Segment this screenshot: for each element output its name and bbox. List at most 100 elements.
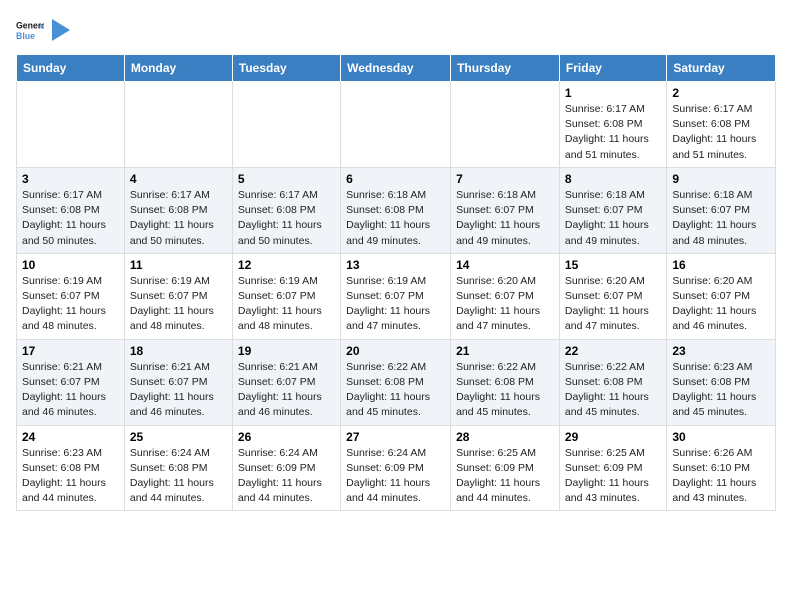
calendar-week-2: 3 Sunrise: 6:17 AMSunset: 6:08 PMDaylight… (17, 167, 776, 253)
day-info: Sunrise: 6:25 AMSunset: 6:09 PMDaylight:… (565, 446, 661, 507)
calendar-cell: 27 Sunrise: 6:24 AMSunset: 6:09 PMDayligh… (341, 425, 451, 511)
day-info: Sunrise: 6:18 AMSunset: 6:07 PMDaylight:… (565, 188, 661, 249)
calendar-cell: 6 Sunrise: 6:18 AMSunset: 6:08 PMDaylight… (341, 167, 451, 253)
calendar-cell: 18 Sunrise: 6:21 AMSunset: 6:07 PMDayligh… (124, 339, 232, 425)
calendar-cell: 13 Sunrise: 6:19 AMSunset: 6:07 PMDayligh… (341, 253, 451, 339)
day-number: 1 (565, 86, 661, 100)
logo-icon: General Blue (16, 16, 44, 44)
calendar-cell: 26 Sunrise: 6:24 AMSunset: 6:09 PMDayligh… (232, 425, 340, 511)
day-number: 20 (346, 344, 445, 358)
day-number: 21 (456, 344, 554, 358)
day-info: Sunrise: 6:24 AMSunset: 6:09 PMDaylight:… (346, 446, 445, 507)
day-number: 7 (456, 172, 554, 186)
calendar-cell: 10 Sunrise: 6:19 AMSunset: 6:07 PMDayligh… (17, 253, 125, 339)
weekday-header-monday: Monday (124, 55, 232, 82)
day-number: 17 (22, 344, 119, 358)
day-number: 4 (130, 172, 227, 186)
calendar-week-4: 17 Sunrise: 6:21 AMSunset: 6:07 PMDayligh… (17, 339, 776, 425)
day-number: 3 (22, 172, 119, 186)
calendar-cell (451, 82, 560, 168)
day-info: Sunrise: 6:19 AMSunset: 6:07 PMDaylight:… (130, 274, 227, 335)
calendar-cell: 9 Sunrise: 6:18 AMSunset: 6:07 PMDaylight… (667, 167, 776, 253)
calendar-cell: 2 Sunrise: 6:17 AMSunset: 6:08 PMDaylight… (667, 82, 776, 168)
calendar-week-1: 1 Sunrise: 6:17 AMSunset: 6:08 PMDaylight… (17, 82, 776, 168)
weekday-header-tuesday: Tuesday (232, 55, 340, 82)
svg-text:General: General (16, 20, 44, 30)
day-info: Sunrise: 6:21 AMSunset: 6:07 PMDaylight:… (22, 360, 119, 421)
calendar-cell: 28Sunrise: 6:25 AMSunset: 6:09 PMDayligh… (451, 425, 560, 511)
day-number: 9 (672, 172, 770, 186)
day-number: 27 (346, 430, 445, 444)
day-info: Sunrise: 6:18 AMSunset: 6:08 PMDaylight:… (346, 188, 445, 249)
day-number: 14 (456, 258, 554, 272)
logo: General Blue (16, 16, 70, 44)
calendar-cell (341, 82, 451, 168)
day-info: Sunrise: 6:19 AMSunset: 6:07 PMDaylight:… (22, 274, 119, 335)
day-number: 6 (346, 172, 445, 186)
day-info: Sunrise: 6:17 AMSunset: 6:08 PMDaylight:… (22, 188, 119, 249)
day-number: 13 (346, 258, 445, 272)
weekday-header-saturday: Saturday (667, 55, 776, 82)
day-info: Sunrise: 6:26 AMSunset: 6:10 PMDaylight:… (672, 446, 770, 507)
day-number: 19 (238, 344, 335, 358)
day-info: Sunrise: 6:24 AMSunset: 6:09 PMDaylight:… (238, 446, 335, 507)
day-number: 2 (672, 86, 770, 100)
calendar-cell: 16 Sunrise: 6:20 AMSunset: 6:07 PMDayligh… (667, 253, 776, 339)
day-number: 24 (22, 430, 119, 444)
day-info: Sunrise: 6:17 AMSunset: 6:08 PMDaylight:… (565, 102, 661, 163)
day-info: Sunrise: 6:20 AMSunset: 6:07 PMDaylight:… (565, 274, 661, 335)
day-info: Sunrise: 6:21 AMSunset: 6:07 PMDaylight:… (238, 360, 335, 421)
weekday-header-thursday: Thursday (451, 55, 560, 82)
calendar-cell: 7 Sunrise: 6:18 AMSunset: 6:07 PMDaylight… (451, 167, 560, 253)
day-info: Sunrise: 6:25 AMSunset: 6:09 PMDaylight:… (456, 446, 554, 507)
day-number: 12 (238, 258, 335, 272)
day-number: 5 (238, 172, 335, 186)
calendar-table: SundayMondayTuesdayWednesdayThursdayFrid… (16, 54, 776, 511)
calendar-cell: 23Sunrise: 6:23 AMSunset: 6:08 PMDayligh… (667, 339, 776, 425)
calendar-header: SundayMondayTuesdayWednesdayThursdayFrid… (17, 55, 776, 82)
calendar-cell: 3 Sunrise: 6:17 AMSunset: 6:08 PMDaylight… (17, 167, 125, 253)
calendar-cell: 17 Sunrise: 6:21 AMSunset: 6:07 PMDayligh… (17, 339, 125, 425)
day-number: 18 (130, 344, 227, 358)
day-number: 22 (565, 344, 661, 358)
day-number: 30 (672, 430, 770, 444)
calendar-cell: 15 Sunrise: 6:20 AMSunset: 6:07 PMDayligh… (559, 253, 666, 339)
day-number: 15 (565, 258, 661, 272)
calendar-cell: 1 Sunrise: 6:17 AMSunset: 6:08 PMDaylight… (559, 82, 666, 168)
calendar-week-3: 10 Sunrise: 6:19 AMSunset: 6:07 PMDayligh… (17, 253, 776, 339)
calendar-cell: 29 Sunrise: 6:25 AMSunset: 6:09 PMDayligh… (559, 425, 666, 511)
day-info: Sunrise: 6:20 AMSunset: 6:07 PMDaylight:… (456, 274, 554, 335)
day-number: 29 (565, 430, 661, 444)
day-info: Sunrise: 6:17 AMSunset: 6:08 PMDaylight:… (672, 102, 770, 163)
day-info: Sunrise: 6:19 AMSunset: 6:07 PMDaylight:… (346, 274, 445, 335)
day-info: Sunrise: 6:22 AMSunset: 6:08 PMDaylight:… (346, 360, 445, 421)
page-header: General Blue (16, 16, 776, 44)
calendar-cell: 5Sunrise: 6:17 AMSunset: 6:08 PMDaylight… (232, 167, 340, 253)
day-number: 10 (22, 258, 119, 272)
day-info: Sunrise: 6:21 AMSunset: 6:07 PMDaylight:… (130, 360, 227, 421)
day-info: Sunrise: 6:22 AMSunset: 6:08 PMDaylight:… (565, 360, 661, 421)
day-number: 11 (130, 258, 227, 272)
day-info: Sunrise: 6:23 AMSunset: 6:08 PMDaylight:… (22, 446, 119, 507)
day-info: Sunrise: 6:17 AMSunset: 6:08 PMDaylight:… (130, 188, 227, 249)
calendar-cell: 12Sunrise: 6:19 AMSunset: 6:07 PMDayligh… (232, 253, 340, 339)
weekday-header-wednesday: Wednesday (341, 55, 451, 82)
calendar-cell: 4 Sunrise: 6:17 AMSunset: 6:08 PMDaylight… (124, 167, 232, 253)
calendar-cell: 21 Sunrise: 6:22 AMSunset: 6:08 PMDayligh… (451, 339, 560, 425)
day-info: Sunrise: 6:18 AMSunset: 6:07 PMDaylight:… (672, 188, 770, 249)
calendar-week-5: 24 Sunrise: 6:23 AMSunset: 6:08 PMDayligh… (17, 425, 776, 511)
calendar-cell: 19 Sunrise: 6:21 AMSunset: 6:07 PMDayligh… (232, 339, 340, 425)
day-info: Sunrise: 6:20 AMSunset: 6:07 PMDaylight:… (672, 274, 770, 335)
day-info: Sunrise: 6:23 AMSunset: 6:08 PMDaylight:… (672, 360, 770, 421)
calendar-cell: 30 Sunrise: 6:26 AMSunset: 6:10 PMDayligh… (667, 425, 776, 511)
day-info: Sunrise: 6:18 AMSunset: 6:07 PMDaylight:… (456, 188, 554, 249)
calendar-cell: 25Sunrise: 6:24 AMSunset: 6:08 PMDayligh… (124, 425, 232, 511)
day-number: 26 (238, 430, 335, 444)
weekday-header-sunday: Sunday (17, 55, 125, 82)
weekday-header-friday: Friday (559, 55, 666, 82)
calendar-body: 1 Sunrise: 6:17 AMSunset: 6:08 PMDaylight… (17, 82, 776, 511)
calendar-cell: 8Sunrise: 6:18 AMSunset: 6:07 PMDaylight… (559, 167, 666, 253)
day-info: Sunrise: 6:22 AMSunset: 6:08 PMDaylight:… (456, 360, 554, 421)
day-info: Sunrise: 6:24 AMSunset: 6:08 PMDaylight:… (130, 446, 227, 507)
day-number: 16 (672, 258, 770, 272)
